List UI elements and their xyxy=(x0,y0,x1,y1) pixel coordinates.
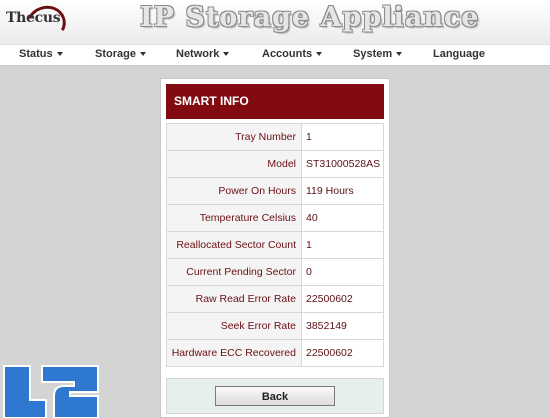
row-label: Power On Hours xyxy=(166,177,302,205)
table-row: Raw Read Error Rate 22500602 xyxy=(166,285,384,313)
row-label: Raw Read Error Rate xyxy=(166,285,302,313)
app-title: IP Storage Appliance xyxy=(140,2,480,33)
smart-info-panel: SMART INFO Tray Number 1 Model ST3100052… xyxy=(160,78,390,418)
row-label: Tray Number xyxy=(166,123,302,151)
row-label: Reallocated Sector Count xyxy=(166,231,302,259)
caret-down-icon xyxy=(139,52,146,56)
app-header: Thecus IP Storage Appliance xyxy=(0,0,550,48)
row-label: Temperature Celsius xyxy=(166,204,302,232)
back-button[interactable]: Back xyxy=(215,386,335,406)
row-value: 1 xyxy=(301,123,384,151)
smart-info-table: Tray Number 1 Model ST31000528AS Power O… xyxy=(166,123,384,367)
row-value: 22500602 xyxy=(301,285,384,313)
table-row: Reallocated Sector Count 1 xyxy=(166,231,384,259)
table-row: Tray Number 1 xyxy=(166,123,384,151)
table-row: Model ST31000528AS xyxy=(166,150,384,178)
row-value: 119 Hours xyxy=(301,177,384,205)
row-label: Seek Error Rate xyxy=(166,312,302,340)
nav-accounts[interactable]: Accounts xyxy=(262,48,323,60)
thecus-logo[interactable]: Thecus xyxy=(6,0,71,48)
table-row: Temperature Celsius 40 xyxy=(166,204,384,232)
row-value: 1 xyxy=(301,231,384,259)
caret-down-icon xyxy=(56,52,63,56)
nav-accounts-label: Accounts xyxy=(262,48,313,60)
caret-down-icon xyxy=(316,52,323,56)
row-label: Current Pending Sector xyxy=(166,258,302,286)
nav-system-label: System xyxy=(353,48,393,60)
nav-network-label: Network xyxy=(176,48,220,60)
row-value: 0 xyxy=(301,258,384,286)
nav-status-label: Status xyxy=(19,48,53,60)
table-row: Current Pending Sector 0 xyxy=(166,258,384,286)
nav-status[interactable]: Status xyxy=(19,48,63,60)
logo-text: Thecus xyxy=(6,10,61,26)
nav-storage-label: Storage xyxy=(95,48,136,60)
caret-down-icon xyxy=(223,52,230,56)
row-value: 22500602 xyxy=(301,339,384,367)
row-value: ST31000528AS xyxy=(301,150,384,178)
row-value: 40 xyxy=(301,204,384,232)
nav-language[interactable]: Language xyxy=(433,48,485,60)
nav-system[interactable]: System xyxy=(353,48,403,60)
nav-language-label: Language xyxy=(433,48,485,60)
table-row: Seek Error Rate 3852149 xyxy=(166,312,384,340)
panel-title: SMART INFO xyxy=(166,84,384,119)
main-nav: Status Storage Network Accounts System L… xyxy=(0,44,550,66)
nav-network[interactable]: Network xyxy=(176,48,230,60)
panel-footer: Back xyxy=(166,378,384,414)
row-value: 3852149 xyxy=(301,312,384,340)
caret-down-icon xyxy=(396,52,403,56)
row-label: Model xyxy=(166,150,302,178)
legit-reviews-logo-icon xyxy=(3,365,99,418)
row-label: Hardware ECC Recovered xyxy=(166,339,302,367)
nav-storage[interactable]: Storage xyxy=(95,48,146,60)
table-row: Hardware ECC Recovered 22500602 xyxy=(166,339,384,367)
table-row: Power On Hours 119 Hours xyxy=(166,177,384,205)
